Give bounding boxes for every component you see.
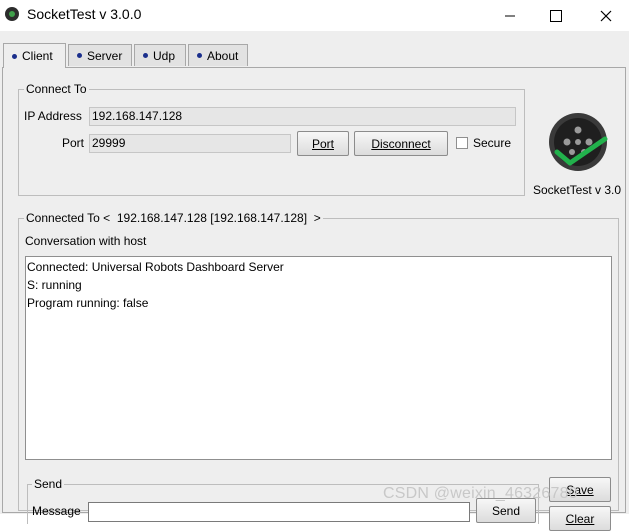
port-field[interactable]: 29999 (89, 134, 291, 153)
connect-to-legend: Connect To (24, 82, 89, 96)
conversation-textarea[interactable]: Connected: Universal Robots Dashboard Se… (25, 256, 612, 460)
message-label: Message (32, 504, 81, 518)
maximize-button[interactable] (533, 0, 579, 31)
tab-dot-icon (143, 53, 148, 58)
ip-address-label: IP Address (24, 109, 82, 123)
tab-client[interactable]: Client (3, 43, 66, 68)
connect-to-group: Connect To IP Address 192.168.147.128 Po… (18, 82, 525, 196)
clear-button[interactable]: Clear (549, 506, 611, 531)
disconnect-button[interactable]: Disconnect (354, 131, 448, 156)
conversation-line: S: running (27, 278, 82, 292)
close-button[interactable] (583, 0, 629, 31)
tab-dot-icon (77, 53, 82, 58)
conversation-line: Connected: Universal Robots Dashboard Se… (27, 260, 284, 274)
client-panel: Connect To IP Address 192.168.147.128 Po… (2, 67, 626, 531)
ip-address-field[interactable]: 192.168.147.128 (89, 107, 516, 126)
port-label: Port (62, 136, 85, 150)
send-button-label: Send (491, 503, 521, 518)
tab-label: Client (22, 49, 53, 63)
conversation-label: Conversation with host (25, 234, 147, 248)
conversation-line: Program running: false (27, 296, 149, 310)
tab-label: About (207, 48, 239, 63)
maximize-icon (550, 9, 562, 22)
window-content: Client Server Udp About Connect To IP Ad… (0, 31, 629, 531)
tab-label: Udp (153, 48, 176, 63)
logo-caption: SocketTest v 3.0 (533, 183, 622, 197)
secure-label: Secure (473, 136, 512, 150)
minimize-button[interactable] (487, 0, 533, 31)
sockettest-logo-icon (549, 113, 608, 171)
tab-about[interactable]: About (188, 44, 248, 66)
tab-dot-icon (197, 53, 202, 58)
secure-checkbox[interactable] (456, 137, 468, 149)
connected-to-legend: Connected To < 192.168.147.128 [192.168.… (24, 211, 323, 225)
disconnect-button-label: Disconnect (371, 136, 431, 151)
watermark: CSDN @weixin_46326780 (383, 485, 578, 502)
tab-server[interactable]: Server (68, 44, 132, 66)
tab-dot-icon (12, 53, 17, 59)
message-input[interactable] (88, 502, 470, 522)
port-button[interactable]: Port (297, 131, 349, 156)
port-button-label: Port (311, 136, 334, 151)
close-icon (600, 10, 612, 21)
tab-udp[interactable]: Udp (134, 44, 186, 66)
title-bar: SocketTest v 3.0.0 (0, 0, 629, 31)
tab-label: Server (87, 48, 123, 63)
send-legend: Send (32, 477, 65, 491)
connected-to-group: Connected To < 192.168.147.128 [192.168.… (18, 211, 619, 531)
app-icon (5, 7, 19, 21)
minimize-icon (505, 15, 515, 16)
window-title: SocketTest v 3.0.0 (27, 6, 142, 22)
